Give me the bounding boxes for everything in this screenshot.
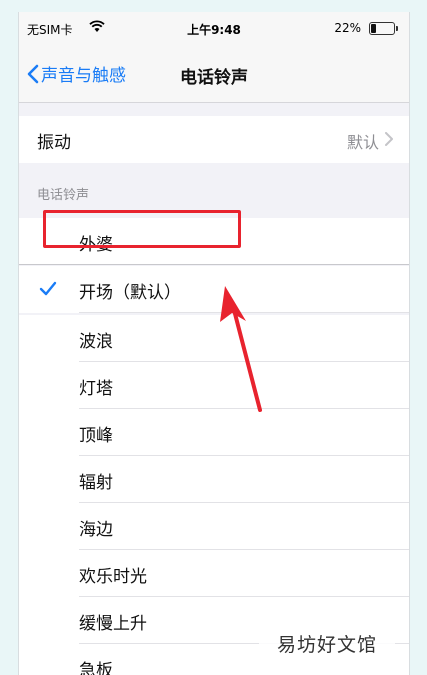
ringtone-row[interactable]: 顶峰 (19, 409, 409, 456)
checkmark-icon (39, 281, 57, 296)
ringtone-label: 欢乐时光 (79, 567, 147, 587)
section-header: 电话铃声 (37, 188, 90, 203)
battery-percent: 22% (334, 21, 361, 35)
ringtone-label: 波浪 (79, 332, 113, 352)
ringtone-label: 缓慢上升 (79, 614, 147, 634)
ringtone-row[interactable]: 波浪 (19, 315, 409, 362)
ringtone-label: 顶峰 (79, 426, 113, 446)
row-separator (79, 312, 409, 313)
ringtone-label: 灯塔 (79, 379, 113, 399)
ringtone-row[interactable]: 灯塔 (19, 362, 409, 409)
vibration-label: 振动 (37, 133, 71, 153)
phone-screen: 无SIM卡 上午9:48 22% 声音与触感 电话铃声 振动 默认 电话铃声 外… (18, 12, 410, 675)
navigation-bar: 声音与触感 电话铃声 (19, 44, 409, 103)
ringtone-row[interactable]: 欢乐时光 (19, 550, 409, 597)
ringtone-row[interactable]: 辐射 (19, 456, 409, 503)
vibration-value: 默认 (346, 133, 379, 152)
annotation-highlight-box (43, 210, 241, 248)
vibration-row[interactable]: 振动 默认 (19, 116, 409, 163)
ringtone-label: 开场（默认） (79, 283, 181, 303)
page-title: 电话铃声 (180, 68, 248, 88)
chevron-right-icon (385, 132, 393, 146)
ringtone-label: 海边 (79, 520, 113, 540)
row-separator (19, 264, 409, 265)
ringtone-label: 急板 (79, 661, 113, 675)
ringtone-row[interactable]: 海边 (19, 503, 409, 550)
watermark: 易坊好文馆 (259, 629, 395, 661)
status-bar: 无SIM卡 上午9:48 22% (19, 12, 409, 44)
ringtone-row[interactable]: 开场（默认） (19, 266, 409, 313)
ringtone-label: 辐射 (79, 473, 113, 493)
battery-icon (369, 22, 398, 35)
